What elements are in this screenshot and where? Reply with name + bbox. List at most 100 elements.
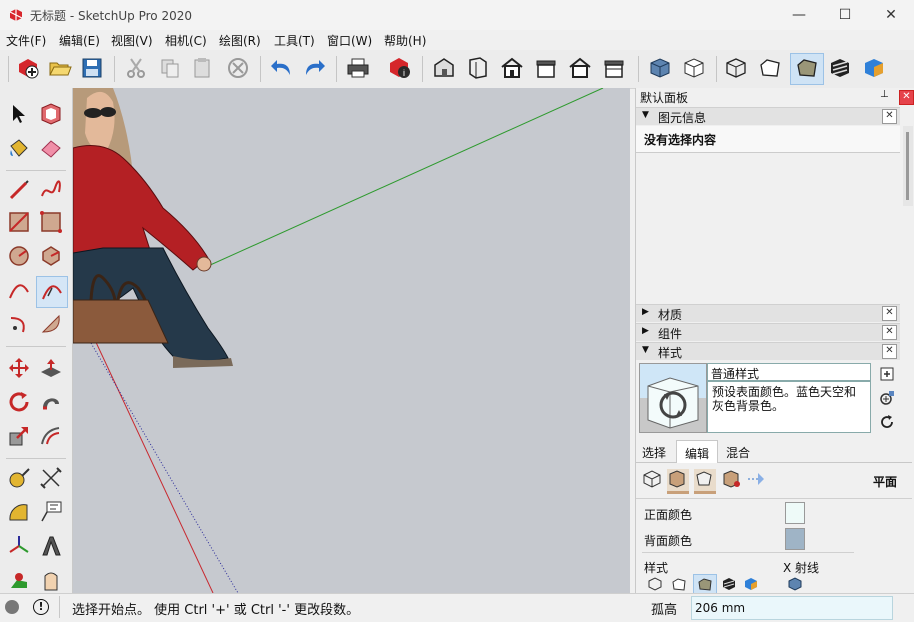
follow-me-tool[interactable]	[36, 388, 66, 418]
components-close-button[interactable]: ✕	[882, 325, 897, 340]
styles-close-button[interactable]: ✕	[882, 344, 897, 359]
scrollbar-thumb[interactable]	[906, 132, 909, 200]
tape-measure-tool[interactable]	[4, 464, 34, 494]
circle-tool[interactable]	[4, 242, 34, 272]
wireframe-button[interactable]	[722, 54, 750, 84]
style-description-field[interactable]: 预设表面颜色。蓝色天空和灰色背景色。	[707, 381, 871, 433]
paint-bucket-tool[interactable]	[4, 134, 34, 164]
offset-tool[interactable]	[36, 422, 66, 452]
back-color-swatch[interactable]	[785, 528, 805, 550]
move-tool[interactable]	[4, 354, 34, 384]
open-button[interactable]	[46, 54, 74, 84]
erase-button[interactable]	[224, 54, 252, 84]
menu-help[interactable]: 帮助(H)	[384, 32, 426, 49]
front-view-button[interactable]	[498, 54, 526, 84]
watermark-settings-button[interactable]	[721, 469, 743, 491]
entity-info-close-button[interactable]: ✕	[882, 109, 897, 124]
styles-header[interactable]: ▼ 样式 ✕	[636, 342, 900, 360]
create-style-button[interactable]	[879, 366, 895, 382]
look-around-tool[interactable]	[36, 566, 66, 596]
materials-header[interactable]: ▶ 材质 ✕	[636, 304, 900, 322]
three-point-arc-tool[interactable]	[4, 310, 34, 340]
front-color-swatch[interactable]	[785, 502, 805, 524]
model-info-button[interactable]: i	[386, 54, 414, 84]
edge-settings-button[interactable]	[642, 469, 662, 489]
arc-tool[interactable]	[4, 276, 34, 306]
select-tool[interactable]	[4, 100, 34, 130]
menu-file[interactable]: 文件(F)	[6, 32, 46, 49]
back-view-button[interactable]	[566, 54, 594, 84]
background-settings-button[interactable]	[694, 469, 716, 494]
rectangle-tool[interactable]	[4, 208, 34, 238]
right-view-button[interactable]	[532, 54, 560, 84]
update-style-button[interactable]	[879, 390, 895, 406]
iso-view-button[interactable]	[430, 54, 458, 84]
shaded-textures-button[interactable]	[826, 54, 854, 84]
rotate-tool[interactable]	[4, 388, 34, 418]
tab-edit[interactable]: 编辑	[676, 440, 718, 463]
back-edges-button[interactable]	[680, 54, 708, 84]
top-view-button[interactable]	[464, 54, 492, 84]
modeling-settings-button[interactable]	[746, 469, 768, 491]
hidden-line-button[interactable]	[756, 54, 784, 84]
two-point-arc-tool[interactable]	[36, 276, 68, 308]
geo-location-icon[interactable]	[5, 600, 19, 614]
freehand-tool[interactable]	[36, 176, 66, 206]
drawing-viewport[interactable]	[73, 88, 630, 593]
face-monochrome-button[interactable]	[743, 576, 759, 592]
style-thumbnail[interactable]	[639, 363, 707, 433]
line-tool[interactable]	[4, 176, 34, 206]
rotated-rectangle-tool[interactable]	[36, 208, 66, 238]
measurement-input[interactable]: 206 mm	[691, 596, 893, 620]
tab-select[interactable]: 选择	[642, 444, 666, 461]
left-view-button[interactable]	[600, 54, 628, 84]
menu-edit[interactable]: 编辑(E)	[59, 32, 100, 49]
info-icon[interactable]: !	[33, 599, 49, 615]
components-header[interactable]: ▶ 组件 ✕	[636, 323, 900, 341]
3d-text-tool[interactable]	[36, 532, 66, 562]
new-file-button[interactable]	[14, 54, 42, 84]
menu-camera[interactable]: 相机(C)	[165, 32, 207, 49]
axes-tool[interactable]	[4, 532, 34, 562]
refresh-style-button[interactable]	[879, 414, 895, 430]
paste-button[interactable]	[188, 54, 216, 84]
menu-draw[interactable]: 绘图(R)	[219, 32, 261, 49]
face-wireframe-button[interactable]	[647, 576, 663, 592]
monochrome-button[interactable]	[860, 54, 888, 84]
materials-close-button[interactable]: ✕	[882, 306, 897, 321]
panel-scrollbar[interactable]	[903, 126, 913, 206]
walk-tool[interactable]	[4, 566, 34, 596]
pin-icon[interactable]: ⊥	[880, 89, 889, 100]
print-button[interactable]	[344, 54, 372, 84]
polygon-tool[interactable]	[36, 242, 66, 272]
style-name-field[interactable]: 普通样式	[707, 363, 871, 381]
menu-view[interactable]: 视图(V)	[111, 32, 153, 49]
push-pull-tool[interactable]	[36, 354, 66, 384]
undo-button[interactable]	[268, 54, 296, 84]
face-settings-button[interactable]	[667, 469, 689, 494]
scale-tool[interactable]	[4, 422, 34, 452]
dimension-tool[interactable]	[36, 464, 66, 494]
shaded-button[interactable]	[790, 53, 824, 85]
make-component-tool[interactable]	[36, 100, 66, 130]
cut-button[interactable]	[122, 54, 150, 84]
menu-tools[interactable]: 工具(T)	[274, 32, 315, 49]
menu-window[interactable]: 窗口(W)	[327, 32, 372, 49]
maximize-button[interactable]: ☐	[822, 0, 868, 30]
text-tool[interactable]	[36, 498, 66, 528]
eraser-tool[interactable]	[36, 134, 66, 164]
copy-button[interactable]	[156, 54, 184, 84]
entity-info-header[interactable]: ▼ 图元信息 ✕	[636, 107, 900, 125]
minimize-button[interactable]: —	[776, 0, 822, 30]
redo-button[interactable]	[300, 54, 328, 84]
protractor-tool[interactable]	[4, 498, 34, 528]
face-shaded-button[interactable]	[693, 574, 717, 594]
close-button[interactable]: ✕	[868, 0, 914, 30]
save-button[interactable]	[78, 54, 106, 84]
pie-tool[interactable]	[36, 310, 66, 340]
face-textured-button[interactable]	[721, 576, 737, 592]
xray-toggle-button[interactable]	[787, 576, 803, 592]
face-hidden-line-button[interactable]	[671, 576, 687, 592]
tray-close-button[interactable]: ✕	[899, 90, 914, 105]
xray-button[interactable]	[646, 54, 674, 84]
